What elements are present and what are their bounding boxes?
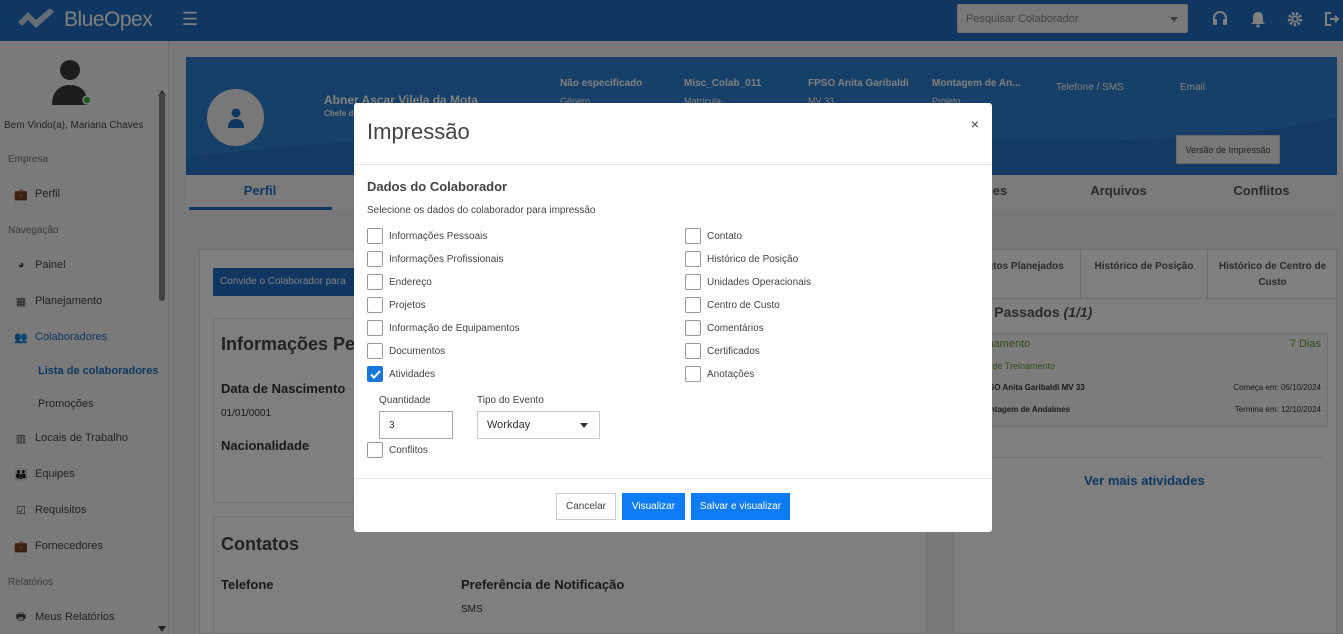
- checkbox-box[interactable]: [685, 343, 701, 359]
- checkbox-box[interactable]: [685, 297, 701, 313]
- checkbox-label: Projetos: [389, 299, 426, 311]
- option-checkbox[interactable]: Documentos: [367, 343, 445, 359]
- option-checkbox[interactable]: Histórico de Posição: [685, 251, 798, 267]
- checkbox-label: Unidades Operacionais: [707, 276, 811, 288]
- option-checkbox[interactable]: Contato: [685, 228, 742, 244]
- checkbox-box[interactable]: [367, 251, 383, 267]
- print-modal: Impressão × Dados do Colaborador Selecio…: [354, 103, 992, 532]
- option-checkbox[interactable]: Projetos: [367, 297, 426, 313]
- checkbox-box[interactable]: [685, 274, 701, 290]
- checkbox-label: Conflitos: [389, 444, 428, 456]
- modal-header-divider: [354, 164, 992, 165]
- checkbox-box[interactable]: [367, 274, 383, 290]
- option-checkbox[interactable]: Endereço: [367, 274, 432, 290]
- option-checkbox[interactable]: Centro de Custo: [685, 297, 780, 313]
- option-checkbox[interactable]: Certificados: [685, 343, 760, 359]
- view-button[interactable]: Visualizar: [622, 493, 685, 520]
- event-type-label: Tipo do Evento: [477, 395, 544, 406]
- save-and-view-button[interactable]: Salvar e visualizar: [691, 493, 790, 520]
- checkbox-label: Comentários: [707, 322, 764, 334]
- checkbox-label: Endereço: [389, 276, 432, 288]
- checkbox-box[interactable]: [367, 442, 383, 458]
- checkbox-box[interactable]: [367, 228, 383, 244]
- checkbox-label: Informações Profissionais: [389, 253, 504, 265]
- checkbox-label: Contato: [707, 230, 743, 242]
- modal-footer-divider: [354, 478, 992, 479]
- checkbox-box[interactable]: [367, 320, 383, 336]
- checkbox-label: Anotações: [707, 368, 755, 380]
- option-checkbox[interactable]: Anotações: [685, 366, 754, 382]
- checkbox-box[interactable]: [685, 320, 701, 336]
- cancel-button[interactable]: Cancelar: [556, 493, 616, 520]
- checkbox-box[interactable]: [685, 228, 701, 244]
- option-checkbox[interactable]: Informação de Equipamentos: [367, 320, 520, 336]
- checkmark-icon: [369, 369, 381, 379]
- close-icon[interactable]: ×: [971, 116, 979, 132]
- chevron-down-icon: [580, 423, 588, 428]
- checkbox-checked[interactable]: [367, 366, 383, 382]
- checkbox-box[interactable]: [367, 343, 383, 359]
- checkbox-label: Histórico de Posição: [707, 253, 799, 265]
- option-checkbox[interactable]: Unidades Operacionais: [685, 274, 811, 290]
- conflicts-checkbox[interactable]: Conflitos: [367, 442, 428, 458]
- checkbox-box[interactable]: [685, 366, 701, 382]
- option-checkbox[interactable]: Informações Profissionais: [367, 251, 504, 267]
- option-checkbox[interactable]: Atividades: [367, 366, 435, 382]
- quantity-input[interactable]: 3: [379, 411, 453, 439]
- checkbox-label: Atividades: [389, 368, 436, 380]
- event-type-select[interactable]: Workday: [477, 411, 600, 439]
- checkbox-label: Documentos: [389, 345, 446, 357]
- checkbox-box[interactable]: [685, 251, 701, 267]
- checkbox-box[interactable]: [367, 297, 383, 313]
- checkbox-label: Certificados: [707, 345, 760, 357]
- checkbox-label: Informação de Equipamentos: [389, 322, 520, 334]
- quantity-label: Quantidade: [379, 395, 431, 406]
- checkbox-label: Informações Pessoais: [389, 230, 488, 242]
- checkbox-label: Centro de Custo: [707, 299, 780, 311]
- option-checkbox[interactable]: Informações Pessoais: [367, 228, 487, 244]
- section-title: Dados do Colaborador: [367, 179, 508, 194]
- section-description: Selecione os dados do colaborador para i…: [367, 205, 596, 216]
- option-checkbox[interactable]: Comentários: [685, 320, 764, 336]
- modal-title: Impressão: [367, 119, 470, 144]
- event-type-value: Workday: [487, 419, 531, 431]
